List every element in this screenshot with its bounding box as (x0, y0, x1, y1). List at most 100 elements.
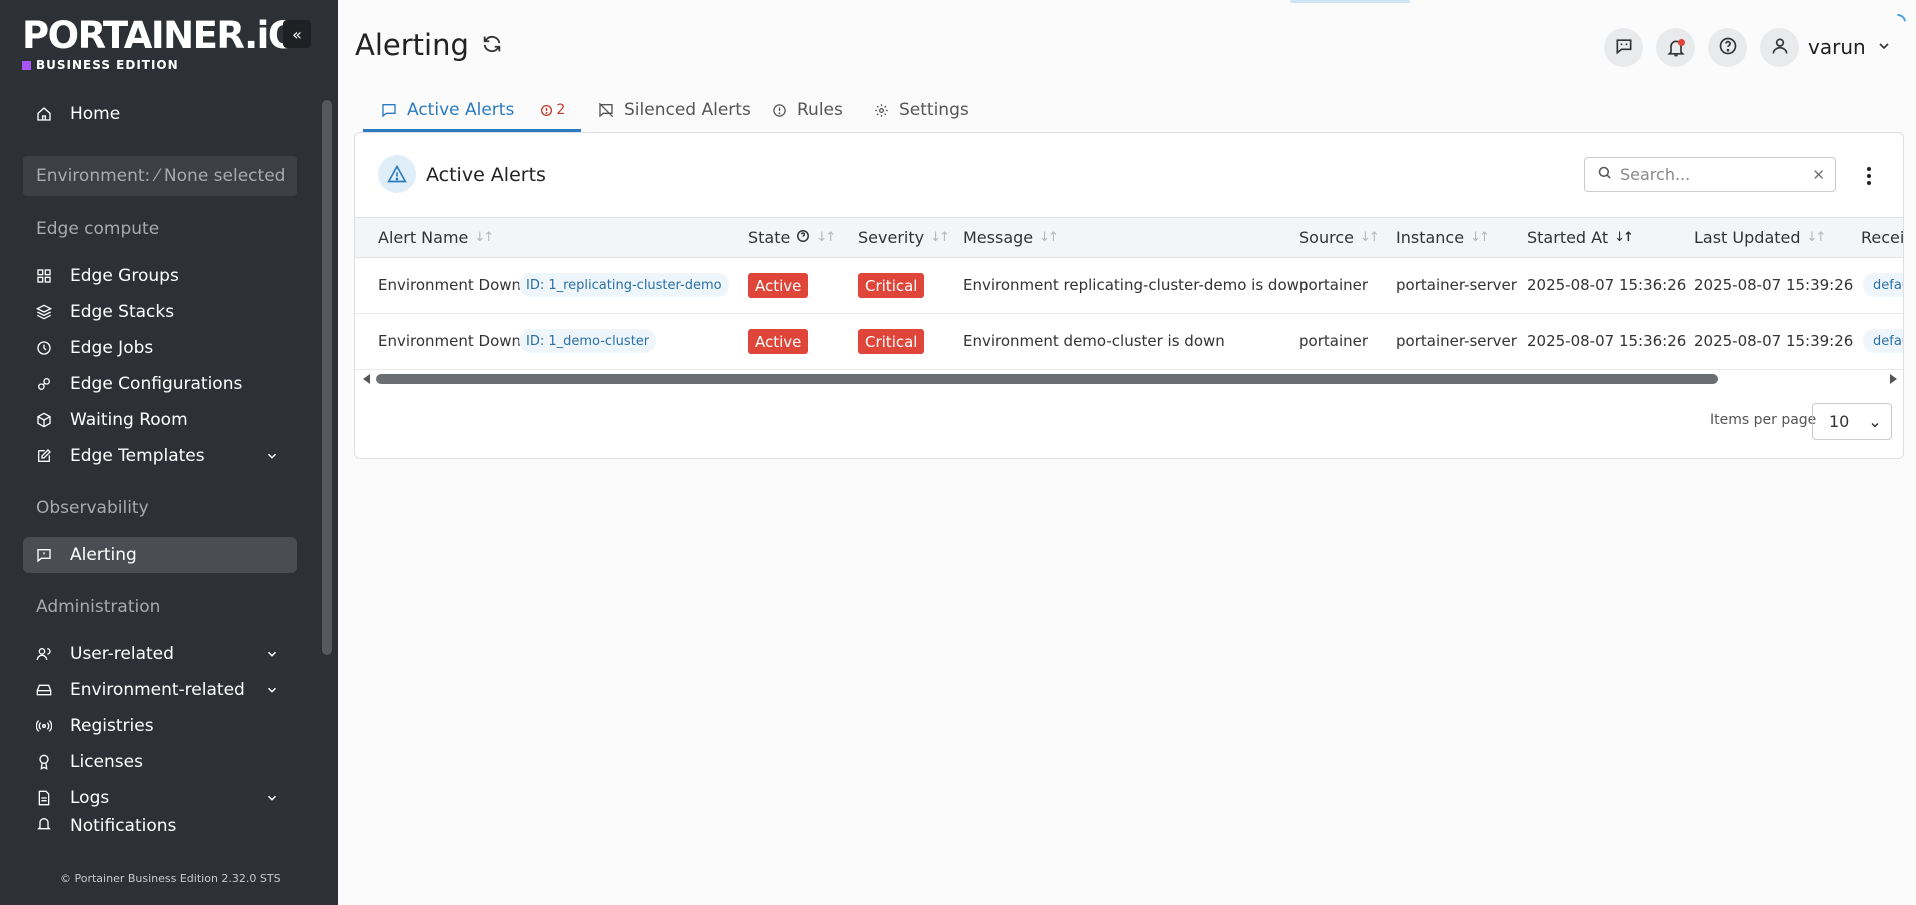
tab-label: Settings (899, 100, 969, 120)
help-circle-icon (1718, 36, 1738, 60)
sidebar-item-notifications[interactable]: Notifications (23, 816, 297, 838)
sidebar-item-label: Registries (70, 716, 154, 736)
sidebar-item-registries[interactable]: Registries (23, 708, 297, 744)
chevron-down-icon (265, 682, 279, 702)
section-edge-compute: Edge compute (36, 219, 160, 239)
tab-settings[interactable]: Settings (874, 90, 969, 130)
column-started-at[interactable]: Started At ↓↑ (1527, 228, 1634, 247)
chevron-down-icon (265, 790, 279, 810)
layers-icon (36, 304, 52, 320)
column-receiver[interactable]: Recei (1861, 228, 1904, 247)
started-at-cell: 2025-08-07 15:36:26 (1527, 332, 1687, 350)
edition-label: BUSINESS EDITION (22, 58, 298, 72)
scrollbar-thumb[interactable] (376, 374, 1718, 384)
table-row[interactable]: Environment Down ID: 1_demo-cluster Acti… (355, 314, 1903, 370)
sidebar-item-home[interactable]: Home (23, 96, 297, 132)
tab-label: Rules (797, 100, 843, 120)
sidebar-item-edge-templates[interactable]: Edge Templates (23, 438, 297, 474)
sidebar-item-environment-related[interactable]: Environment-related (23, 672, 297, 708)
severity-badge: Critical (858, 273, 925, 298)
column-last-updated[interactable]: Last Updated ↓↑ (1694, 228, 1826, 247)
column-label: Last Updated (1694, 228, 1801, 247)
sidebar: PORTAINER.iO BUSINESS EDITION « Home Env… (0, 0, 338, 905)
sidebar-item-logs[interactable]: Logs (23, 780, 297, 816)
collapse-sidebar-button[interactable]: « (283, 20, 311, 48)
sidebar-item-edge-stacks[interactable]: Edge Stacks (23, 294, 297, 330)
column-label: Severity (858, 228, 925, 247)
notifications-button[interactable] (1656, 28, 1695, 67)
alert-id-chip[interactable]: ID: 1_demo-cluster (519, 329, 657, 353)
count-text: 2 (556, 102, 566, 118)
sidebar-item-label: User-related (70, 644, 174, 664)
help-button[interactable] (1708, 28, 1747, 67)
chevron-down-icon[interactable] (1876, 38, 1892, 58)
file-text-icon (36, 790, 52, 806)
section-observability: Observability (36, 498, 149, 518)
user-icon (1770, 36, 1790, 60)
sidebar-scrollbar[interactable] (322, 100, 332, 655)
column-alert-name[interactable]: Alert Name ↓↑ (378, 228, 494, 247)
scroll-right-arrow-icon[interactable] (1890, 374, 1897, 384)
gear-icon (874, 103, 889, 118)
sidebar-item-edge-groups[interactable]: Edge Groups (23, 258, 297, 294)
table-row[interactable]: Environment Down ID: 1_replicating-clust… (355, 258, 1903, 314)
page-title-text: Alerting (355, 28, 469, 62)
receiver-chip[interactable]: defau (1863, 329, 1903, 353)
sidebar-item-user-related[interactable]: User-related (23, 636, 297, 672)
sort-icon: ↓↑ (474, 230, 494, 245)
support-chat-button[interactable] (1604, 28, 1643, 67)
home-icon (36, 106, 52, 122)
user-avatar[interactable] (1760, 28, 1799, 67)
tab-rules[interactable]: Rules (772, 90, 843, 130)
table-horizontal-scrollbar[interactable] (363, 373, 1897, 385)
sidebar-item-waiting-room[interactable]: Waiting Room (23, 402, 297, 438)
more-options-icon[interactable] (1861, 165, 1877, 187)
started-at-cell: 2025-08-07 15:36:26 (1527, 276, 1687, 294)
user-name[interactable]: varun (1808, 35, 1866, 59)
sidebar-item-edge-configurations[interactable]: Edge Configurations (23, 366, 297, 402)
column-message[interactable]: Message ↓↑ (963, 228, 1059, 247)
sort-ascending-icon: ↓↑ (1614, 230, 1634, 245)
alert-id-chip[interactable]: ID: 1_replicating-cluster-demo (519, 273, 729, 297)
column-source[interactable]: Source ↓↑ (1299, 228, 1380, 247)
sidebar-item-edge-jobs[interactable]: Edge Jobs (23, 330, 297, 366)
sidebar-item-label: Waiting Room (70, 410, 188, 430)
tab-label: Active Alerts (407, 100, 515, 120)
logo-text: PORTAINER.iO (22, 14, 299, 57)
items-per-page-label: Items per page (1710, 412, 1817, 428)
bell-icon (36, 816, 52, 832)
chevron-down-icon (265, 448, 279, 468)
scroll-left-arrow-icon[interactable] (363, 374, 370, 384)
page-title: Alerting (355, 28, 503, 62)
award-icon (36, 754, 52, 770)
alert-name-cell: Environment Down (378, 276, 522, 294)
version-footer: © Portainer Business Edition 2.32.0 STS (60, 872, 281, 885)
column-state[interactable]: State ↓↑ (748, 228, 836, 247)
sidebar-item-licenses[interactable]: Licenses (23, 744, 297, 780)
sidebar-item-label: Home (70, 104, 121, 124)
environment-selector[interactable]: Environment: ⁄ None selected (23, 156, 297, 196)
column-label: State (748, 228, 791, 247)
search-input[interactable] (1620, 165, 1800, 184)
sidebar-item-label: Edge Jobs (70, 338, 154, 358)
items-per-page-select[interactable]: 10 (1812, 403, 1892, 440)
column-severity[interactable]: Severity ↓↑ (858, 228, 950, 247)
sidebar-item-alerting[interactable]: Alerting (23, 537, 297, 573)
clear-search-icon[interactable]: ✕ (1812, 166, 1825, 184)
portainer-logo[interactable]: PORTAINER.iO BUSINESS EDITION (22, 14, 299, 72)
loading-bar (1290, 0, 1410, 3)
receiver-chip[interactable]: defau (1863, 273, 1903, 297)
sort-icon: ↓↑ (1359, 230, 1380, 245)
tab-silenced-alerts[interactable]: Silenced Alerts (598, 90, 751, 130)
sort-icon: ↓↑ (816, 230, 836, 245)
column-instance[interactable]: Instance ↓↑ (1396, 228, 1490, 247)
severity-badge: Critical (858, 329, 925, 354)
users-icon (36, 646, 52, 662)
column-label: Recei (1861, 228, 1904, 247)
tab-active-alerts[interactable]: Active Alerts 2 (381, 90, 565, 130)
help-circle-icon[interactable] (796, 228, 810, 247)
radio-icon (36, 718, 52, 734)
chevron-down-icon (265, 646, 279, 666)
refresh-icon[interactable] (481, 28, 503, 62)
instance-cell: portainer-server (1396, 332, 1517, 350)
